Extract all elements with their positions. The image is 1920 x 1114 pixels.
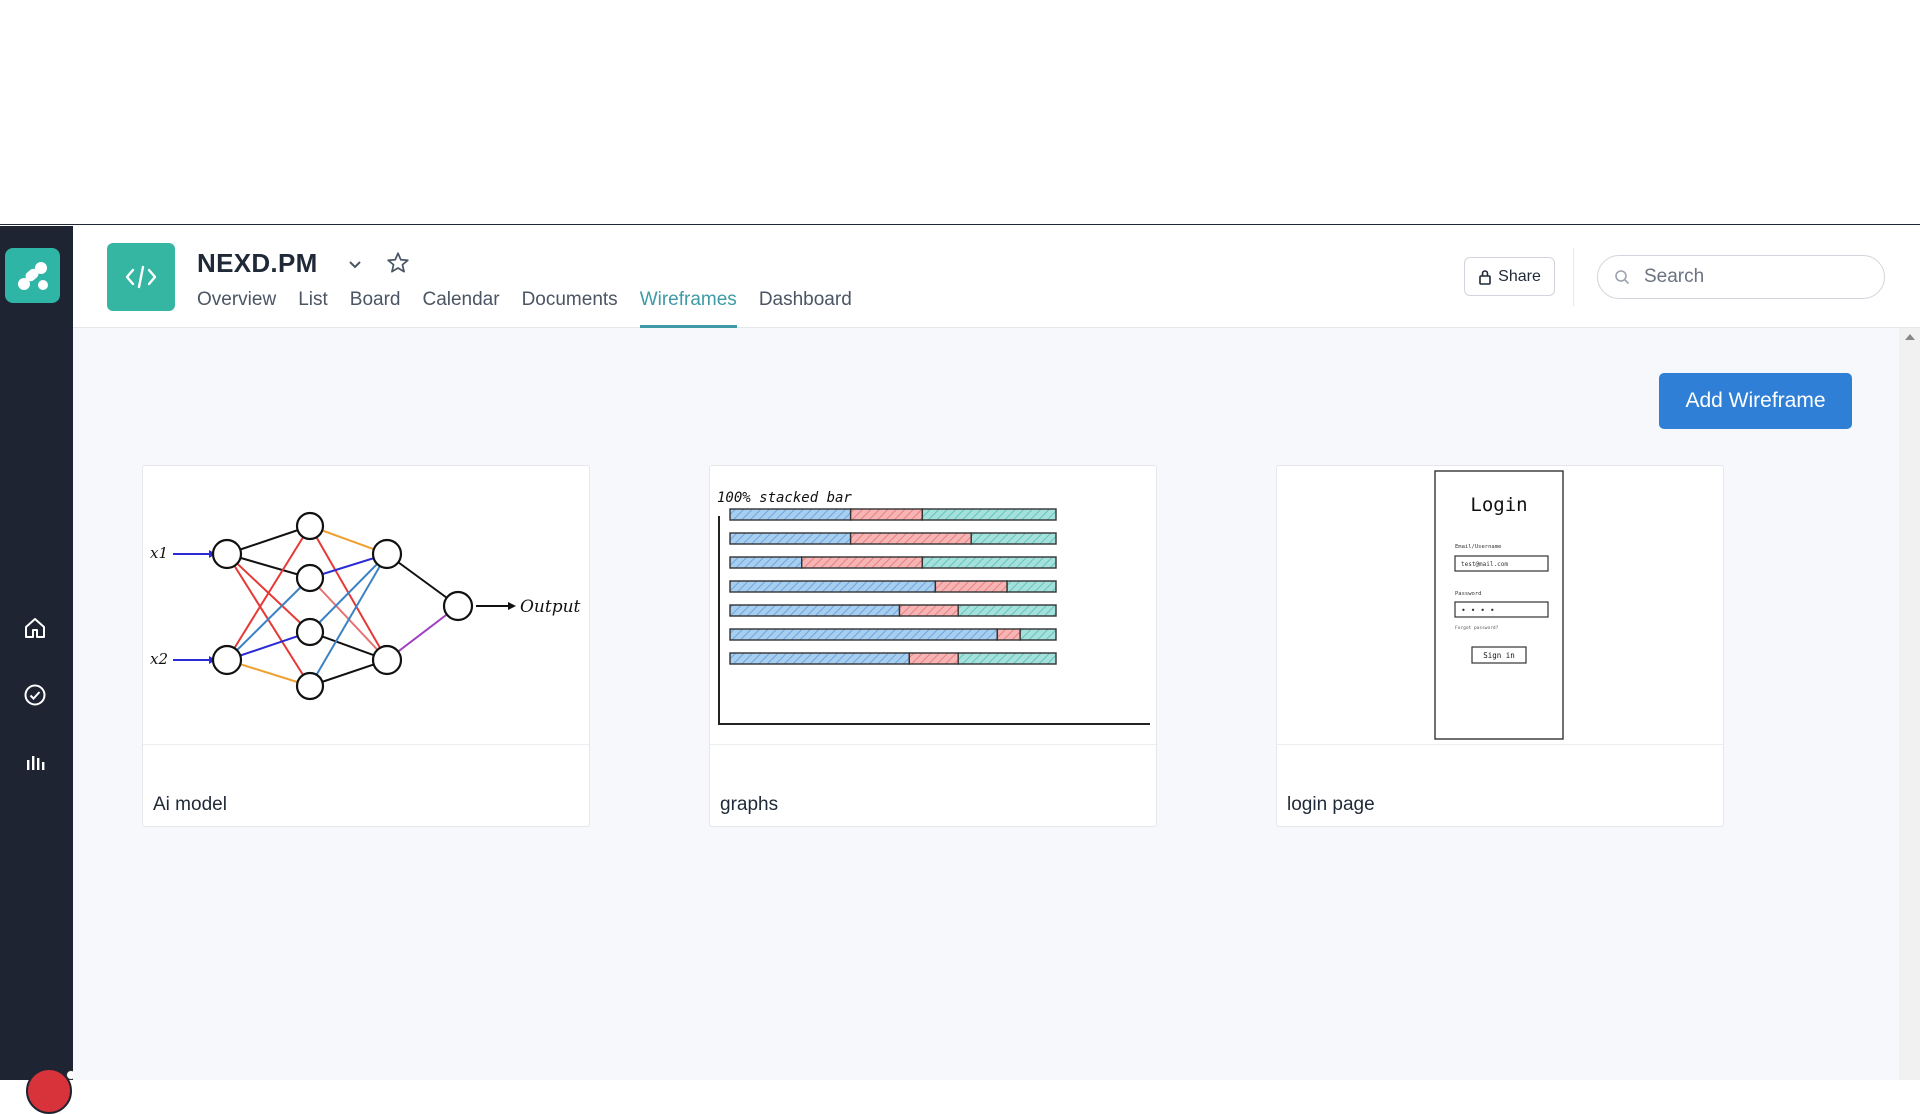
sketch-bar-segment xyxy=(729,508,852,521)
wireframe-card-ai-model[interactable]: x1 x2 Output Ai model xyxy=(142,465,590,827)
sketch-bar-segment xyxy=(729,556,803,569)
email-label: Email/Username xyxy=(1455,544,1501,550)
tab-list[interactable]: List xyxy=(287,288,339,328)
login-title: Login xyxy=(1470,494,1527,516)
sketch-bar-segment xyxy=(729,532,852,545)
code-icon xyxy=(107,243,175,311)
sketch-bar-segment xyxy=(849,508,924,521)
share-label: Share xyxy=(1498,267,1541,285)
project-title: NEXD.PM xyxy=(197,248,318,278)
blank-top-area xyxy=(0,0,1920,225)
wireframe-name: graphs xyxy=(720,794,779,815)
wireframe-name: login page xyxy=(1287,794,1375,815)
wireframe-thumbnail: 100% stacked bar xyxy=(710,466,1156,745)
email-value: test@mail.com xyxy=(1461,561,1508,568)
tab-dashboard[interactable]: Dashboard xyxy=(748,288,863,328)
wireframe-thumbnail: x1 x2 Output xyxy=(143,466,589,745)
sketch-bar-segment xyxy=(801,556,924,569)
home-icon[interactable] xyxy=(20,613,50,643)
sketch-bar-segment xyxy=(1006,580,1057,593)
neural-network-drawing: x1 x2 Output xyxy=(150,511,581,701)
sketch-bar-segment xyxy=(970,532,1057,545)
signin-button-sketch: Sign in xyxy=(1483,651,1515,660)
x1-label: x1 xyxy=(150,544,168,562)
sketch-bar-segment xyxy=(957,652,1057,665)
x2-label: x2 xyxy=(150,650,168,668)
app-logo-icon[interactable] xyxy=(5,248,60,303)
stacked-bar-drawing: 100% stacked bar xyxy=(717,490,1150,725)
tab-board[interactable]: Board xyxy=(339,288,412,328)
project-tabs: Overview List Board Calendar Documents W… xyxy=(197,288,863,328)
app-window: NEXD.PM Overview List Board Calendar Doc… xyxy=(0,226,1920,1114)
search-box[interactable] xyxy=(1597,255,1885,299)
lock-icon xyxy=(1479,269,1491,285)
sketch-bar-segment xyxy=(849,532,972,545)
sketch-bar-segment xyxy=(729,604,901,617)
bar-chart-icon[interactable] xyxy=(20,747,50,777)
vertical-scrollbar[interactable] xyxy=(1899,328,1920,1080)
check-circle-icon[interactable] xyxy=(20,680,50,710)
search-input[interactable] xyxy=(1644,266,1854,288)
sketch-bar-segment xyxy=(934,580,1008,593)
wireframe-card-login-page[interactable]: Login Email/Username test@mail.com Passw… xyxy=(1276,465,1724,827)
forgot-password: Forgot password? xyxy=(1455,625,1499,631)
wireframe-name: Ai model xyxy=(153,794,227,815)
tab-calendar[interactable]: Calendar xyxy=(411,288,510,328)
sketch-bar-segment xyxy=(921,556,1057,569)
sketch-bar-segment xyxy=(1019,628,1057,641)
sketch-bar-segment xyxy=(908,652,959,665)
sketch-bar-segment xyxy=(996,628,1021,641)
tab-wireframes[interactable]: Wireframes xyxy=(629,288,748,328)
sketch-bar-segment xyxy=(729,628,999,641)
chevron-down-icon[interactable] xyxy=(345,254,365,274)
sidebar xyxy=(0,226,76,1114)
wireframes-panel: Add Wireframe x1 x2 Output Ai model 100%… xyxy=(73,328,1899,1080)
sketch-bar-segment xyxy=(729,580,937,593)
share-button[interactable]: Share xyxy=(1464,257,1555,296)
password-value: • • • • xyxy=(1461,606,1495,615)
sketch-bar-segment xyxy=(957,604,1057,617)
tab-documents[interactable]: Documents xyxy=(511,288,629,328)
wireframe-thumbnail: Login Email/Username test@mail.com Passw… xyxy=(1277,466,1723,745)
tab-overview[interactable]: Overview xyxy=(197,288,287,328)
project-header: NEXD.PM Overview List Board Calendar Doc… xyxy=(73,226,1920,328)
output-label: Output xyxy=(520,597,581,617)
sketch-bar-segment xyxy=(898,604,959,617)
wireframe-card-graphs[interactable]: 100% stacked bar graphs xyxy=(709,465,1157,827)
star-icon[interactable] xyxy=(385,250,411,276)
header-divider xyxy=(1573,248,1574,306)
search-icon xyxy=(1615,270,1630,285)
password-label: Password xyxy=(1455,591,1482,597)
login-sketch-drawing: Login Email/Username test@mail.com Passw… xyxy=(1434,470,1564,740)
sketch-bar-segment xyxy=(729,652,911,665)
add-wireframe-button[interactable]: Add Wireframe xyxy=(1659,373,1852,429)
scroll-up-arrow-icon[interactable] xyxy=(1905,334,1915,340)
sketch-bar-segment xyxy=(921,508,1057,521)
stacked-bar-title: 100% stacked bar xyxy=(717,490,852,506)
